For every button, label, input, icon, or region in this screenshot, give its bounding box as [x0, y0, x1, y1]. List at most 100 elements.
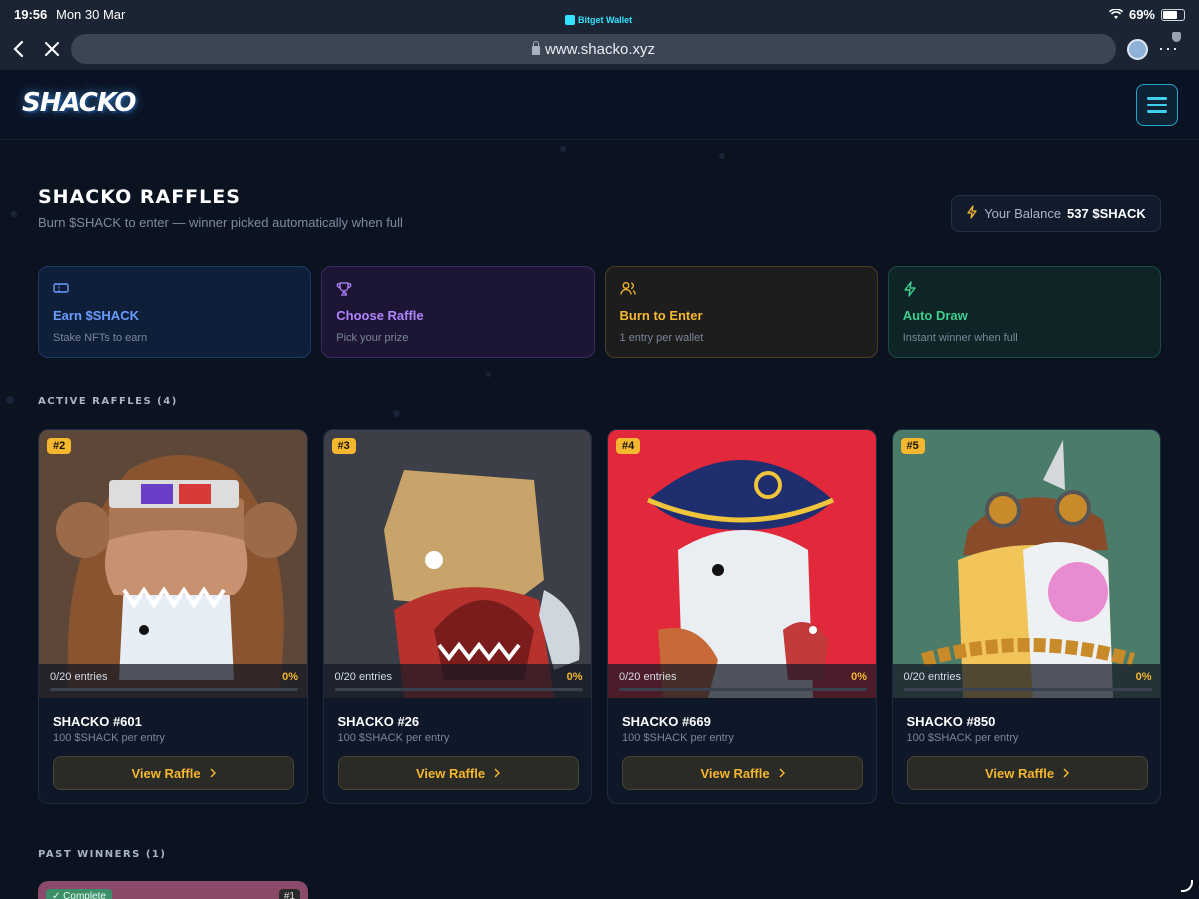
- hamburger-icon-line: [1147, 110, 1167, 113]
- url-text: www.shacko.xyz: [544, 40, 656, 58]
- menu-button[interactable]: [1136, 84, 1178, 126]
- view-raffle-label: View Raffle: [700, 765, 770, 781]
- chevron-right-icon: [779, 768, 785, 778]
- nft-image[interactable]: #2: [39, 430, 307, 698]
- site-logo[interactable]: SHACKO: [22, 88, 136, 118]
- view-raffle-label: View Raffle: [131, 765, 201, 781]
- battery-icon: [1161, 8, 1185, 21]
- chevron-left-icon: [13, 40, 24, 58]
- trophy-icon: [336, 281, 579, 299]
- entries-overlay: 0/20 entries 0%: [608, 664, 876, 698]
- entries-count: 0/20 entries: [334, 671, 392, 683]
- status-date: Mon 30 Mar: [56, 7, 126, 22]
- entries-progress-bar: [334, 688, 583, 691]
- complete-badge: ✓ Complete: [46, 889, 112, 899]
- bg-dot: [393, 410, 400, 417]
- raffle-card[interactable]: #5 0/20 entries 0% SHACKO #850 100 $SHAC…: [891, 429, 1161, 804]
- page-subtitle: Burn $SHACK to enter — winner picked aut…: [38, 215, 403, 230]
- step-choose: Choose Raffle Pick your prize: [321, 266, 595, 358]
- raffle-card[interactable]: #4 0/20 entries 0% SHACKO #669 100 $SHAC…: [607, 429, 877, 804]
- entries-percent: 0%: [282, 671, 298, 683]
- bg-dot: [11, 211, 17, 217]
- nft-image[interactable]: #5: [892, 430, 1161, 698]
- step-desc: Pick your prize: [336, 332, 409, 344]
- entries-progress-bar: [50, 688, 298, 691]
- balance-label: Your Balance: [984, 206, 1062, 221]
- step-title: Burn to Enter: [619, 308, 703, 323]
- back-button[interactable]: [6, 37, 30, 61]
- raffle-price: 100 $SHACK per entry: [622, 732, 734, 744]
- close-icon: [45, 42, 59, 56]
- battery-percent: 69%: [1128, 7, 1155, 22]
- active-raffles-heading: ACTIVE RAFFLES (4): [38, 396, 178, 407]
- nft-image[interactable]: #4: [608, 430, 876, 698]
- site-header: SHACKO: [0, 70, 1199, 140]
- raffle-number-badge: #4: [616, 438, 641, 454]
- more-options-button[interactable]: ···: [1158, 38, 1179, 59]
- entries-overlay: 0/20 entries 0%: [39, 664, 307, 698]
- past-winners-heading: PAST WINNERS (1): [38, 849, 167, 860]
- bg-dot: [6, 396, 14, 404]
- ticket-icon: [53, 281, 296, 299]
- entries-overlay: 0/20 entries 0%: [892, 664, 1161, 698]
- view-raffle-button[interactable]: View Raffle: [906, 756, 1148, 790]
- raffle-name: SHACKO #26: [337, 714, 420, 729]
- wallet-indicator[interactable]: Bitget Wallet: [565, 15, 632, 25]
- bg-dot: [560, 146, 566, 152]
- view-raffle-label: View Raffle: [415, 765, 486, 781]
- close-button[interactable]: [40, 37, 64, 61]
- step-burn: Burn to Enter 1 entry per wallet: [604, 266, 878, 358]
- raffle-name: SHACKO #850: [906, 714, 996, 729]
- users-icon: [619, 281, 863, 299]
- raffle-price: 100 $SHACK per entry: [906, 732, 1019, 744]
- past-winner-card[interactable]: ✓ Complete #1: [38, 881, 308, 899]
- wifi-icon: [1108, 9, 1123, 19]
- entries-count: 0/20 entries: [50, 671, 108, 683]
- chevron-right-icon: [210, 768, 216, 778]
- raffle-price: 100 $SHACK per entry: [53, 732, 165, 744]
- page-title: SHACKO RAFFLES: [38, 186, 241, 208]
- lock-icon: [531, 40, 540, 55]
- view-raffle-button[interactable]: View Raffle: [53, 756, 294, 790]
- raffle-number-badge: #5: [900, 438, 925, 454]
- entries-count: 0/20 entries: [903, 671, 961, 683]
- browser-toolbar: www.shacko.xyz ···: [0, 30, 1199, 70]
- raffle-card[interactable]: #3 0/20 entries 0% SHACKO #26 100 $SHACK…: [322, 429, 592, 804]
- step-earn: Earn $SHACK Stake NFTs to earn: [38, 266, 312, 358]
- status-time: 19:56: [14, 7, 48, 22]
- bolt-icon: [903, 281, 1146, 299]
- view-raffle-button[interactable]: View Raffle: [337, 756, 579, 790]
- bolt-icon: [966, 205, 978, 222]
- entries-percent: 0%: [1135, 671, 1152, 683]
- step-draw: Auto Draw Instant winner when full: [887, 266, 1161, 358]
- raffle-number-badge: #2: [47, 438, 72, 454]
- balance-value: 537 $SHACK: [1067, 206, 1146, 221]
- entries-progress-bar: [619, 688, 867, 691]
- raffle-price: 100 $SHACK per entry: [337, 732, 450, 744]
- step-title: Earn $SHACK: [53, 308, 139, 323]
- view-raffle-button[interactable]: View Raffle: [622, 756, 863, 790]
- balance-pill: Your Balance 537 $SHACK: [951, 195, 1161, 232]
- entries-percent: 0%: [851, 671, 867, 683]
- view-raffle-label: View Raffle: [984, 765, 1055, 781]
- raffle-name: SHACKO #601: [53, 714, 142, 729]
- raffle-number-badge: #1: [278, 889, 300, 899]
- entries-overlay: 0/20 entries 0%: [323, 664, 592, 698]
- hamburger-icon-line: [1147, 103, 1167, 107]
- step-desc: Instant winner when full: [902, 332, 1018, 344]
- step-title: Auto Draw: [902, 308, 968, 323]
- raffle-grid: #2 0/20 entries 0% SHACKO #601 100 $SHAC…: [38, 429, 1161, 804]
- profile-avatar[interactable]: [1127, 39, 1148, 60]
- bg-dot: [486, 372, 491, 377]
- resize-corner-icon: [1181, 880, 1193, 892]
- wallet-app-name: Bitget Wallet: [578, 15, 633, 25]
- nft-image[interactable]: #3: [323, 430, 592, 698]
- step-desc: 1 entry per wallet: [619, 332, 704, 344]
- step-desc: Stake NFTs to earn: [53, 332, 148, 344]
- entries-count: 0/20 entries: [619, 671, 677, 683]
- entries-percent: 0%: [566, 671, 583, 683]
- address-bar[interactable]: www.shacko.xyz: [71, 34, 1116, 64]
- raffle-card[interactable]: #2 0/20 entries 0% SHACKO #601 100 $SHAC…: [38, 429, 308, 804]
- hamburger-icon-line: [1147, 97, 1167, 100]
- status-bar: 19:56 Mon 30 Mar Bitget Wallet 69%: [0, 0, 1199, 30]
